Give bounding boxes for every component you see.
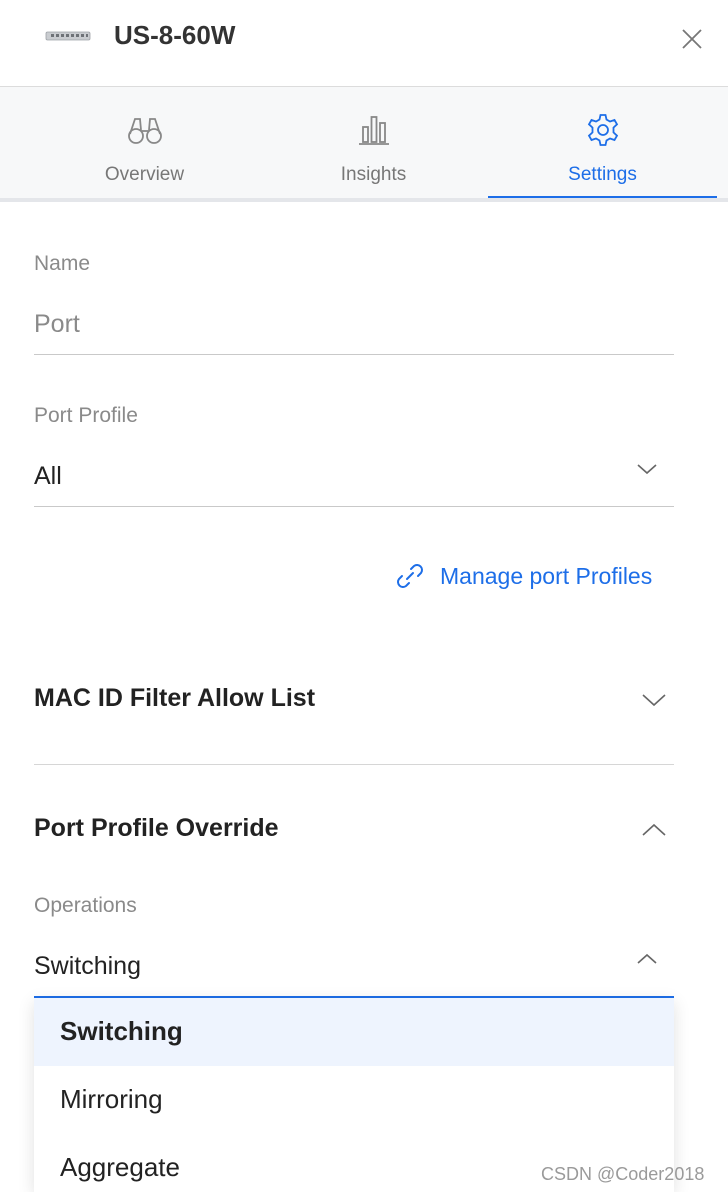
option-label: Aggregate (60, 1152, 180, 1182)
tab-label: Insights (340, 164, 407, 185)
option-label: Mirroring (60, 1084, 163, 1114)
manage-port-profiles-link[interactable]: Manage port Profiles (394, 558, 652, 594)
bar-chart-icon (358, 116, 389, 145)
chevron-up-icon[interactable] (641, 822, 667, 838)
name-input-underline (34, 354, 674, 355)
dropdown-option-switching[interactable]: Switching (34, 998, 674, 1066)
override-section-title[interactable]: Port Profile Override (34, 814, 279, 843)
operations-select[interactable]: Switching (34, 952, 141, 981)
dropdown-option-mirroring[interactable]: Mirroring (34, 1066, 674, 1134)
switch-device-icon (45, 31, 91, 41)
name-input[interactable]: Port (34, 310, 80, 339)
mac-filter-section-title[interactable]: MAC ID Filter Allow List (34, 684, 315, 713)
tab-insights[interactable]: Insights (259, 87, 488, 198)
manage-link-label: Manage port Profiles (440, 562, 653, 589)
watermark: CSDN @Coder2018 (541, 1164, 705, 1184)
link-icon (397, 564, 423, 588)
device-title: US-8-60W (114, 20, 236, 50)
binoculars-icon (127, 118, 162, 144)
panel-header: US-8-60W (0, 0, 728, 87)
tab-label: Settings (568, 164, 637, 185)
port-profile-underline (34, 506, 674, 507)
option-label: Switching (60, 1016, 183, 1046)
tab-label: Overview (104, 164, 185, 185)
tab-bar: Overview Insights Settings (0, 87, 728, 202)
name-label: Name (34, 252, 91, 275)
tab-settings[interactable]: Settings (488, 87, 717, 198)
close-icon[interactable] (678, 25, 706, 53)
port-profile-select[interactable]: All (34, 462, 62, 491)
chevron-down-icon[interactable] (636, 462, 658, 476)
operations-label: Operations (34, 894, 137, 917)
port-profile-label: Port Profile (34, 404, 138, 427)
chevron-up-icon[interactable] (636, 952, 658, 966)
tab-overview[interactable]: Overview (30, 87, 259, 198)
section-divider (34, 764, 674, 765)
gear-icon (587, 114, 618, 146)
operations-dropdown-menu: Switching Mirroring Aggregate (34, 998, 674, 1192)
chevron-down-icon[interactable] (641, 692, 667, 708)
